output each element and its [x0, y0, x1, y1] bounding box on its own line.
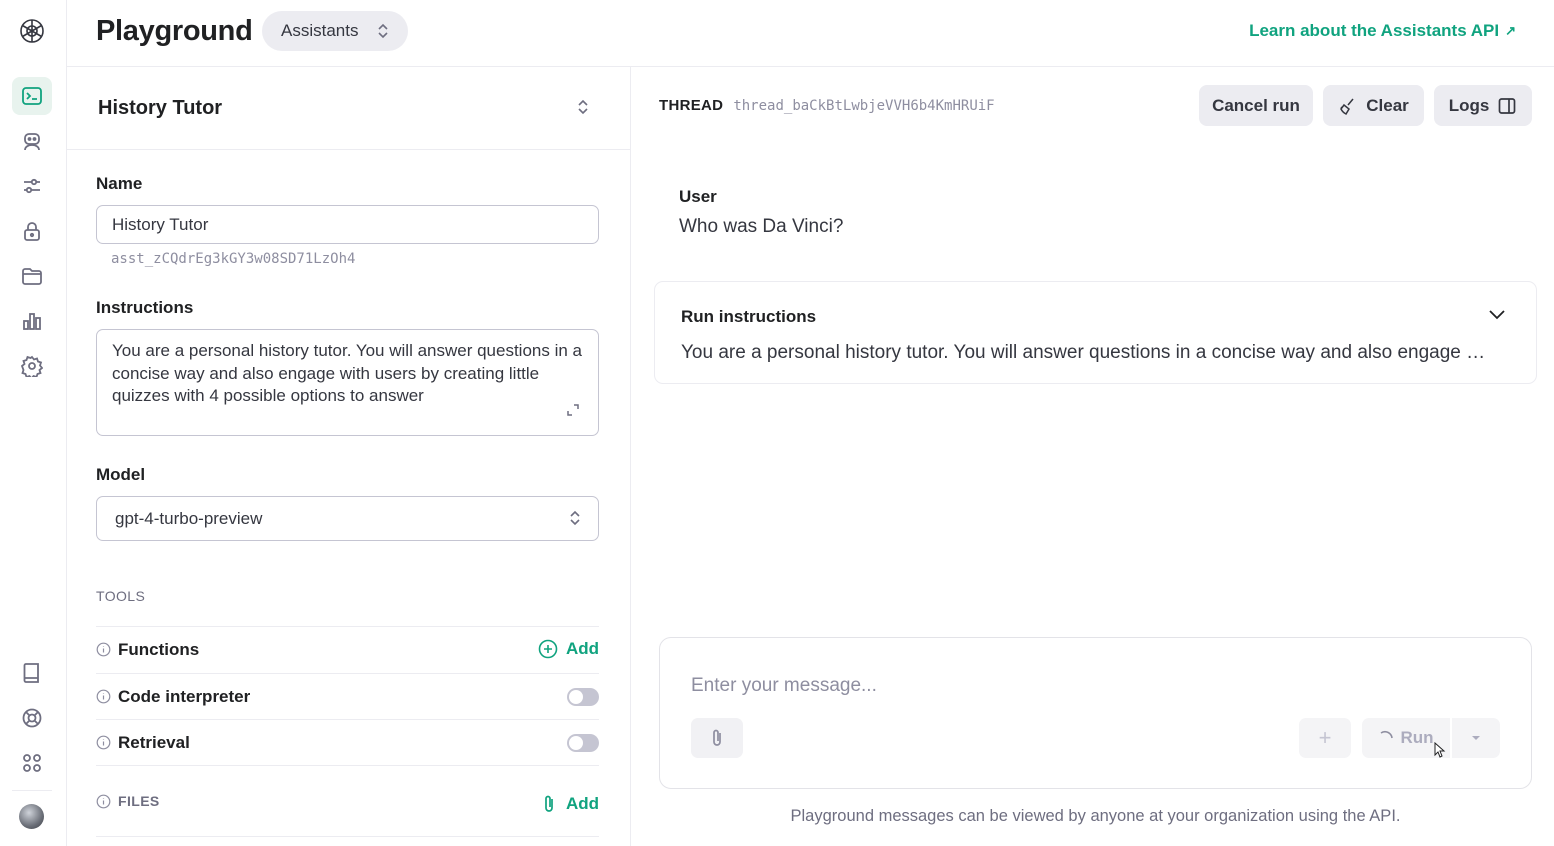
bar-chart-icon[interactable]: [12, 302, 52, 340]
model-select[interactable]: gpt-4-turbo-preview: [96, 496, 599, 541]
privacy-footnote: Playground messages can be viewed by any…: [790, 807, 1401, 825]
run-instructions-card[interactable]: Run instructions You are a personal hist…: [654, 281, 1537, 384]
retrieval-toggle[interactable]: [567, 734, 599, 752]
instructions-text: You are a personal history tutor. You wi…: [112, 341, 582, 405]
run-instructions-title: Run instructions: [681, 307, 817, 326]
chevron-up-down-icon: [576, 99, 590, 120]
assistant-selector[interactable]: History Tutor: [67, 67, 630, 150]
broom-icon: [1340, 98, 1354, 115]
thread-id: thread_baCkBtLwbjeVVH6b4KmHRUiF: [733, 97, 995, 114]
attach-file-button[interactable]: [691, 718, 743, 758]
user-avatar[interactable]: [19, 804, 44, 829]
code-interpreter-toggle[interactable]: [567, 688, 599, 706]
chevron-up-down-icon: [568, 510, 582, 531]
thread-info: THREAD thread_baCkBtLwbjeVVH6b4KmHRUiF: [659, 97, 995, 114]
assistant-id: asst_zCQdrEg3kGY3w08SD71LzOh4: [111, 251, 356, 267]
info-icon[interactable]: [96, 794, 111, 809]
openai-logo-icon[interactable]: [16, 15, 48, 47]
name-label: Name: [96, 174, 143, 193]
info-icon[interactable]: [96, 642, 111, 657]
book-icon[interactable]: [12, 654, 52, 692]
playground-terminal-icon[interactable]: [12, 77, 52, 115]
tools-heading: TOOLS: [96, 588, 146, 604]
cancel-run-button[interactable]: Cancel run: [1199, 85, 1313, 126]
add-file-label: Add: [565, 794, 599, 813]
gear-icon[interactable]: [12, 347, 52, 385]
thread-label: THREAD: [659, 97, 724, 114]
sliders-icon[interactable]: [12, 167, 52, 205]
message-role-label: User: [679, 187, 717, 206]
instructions-label: Instructions: [96, 298, 194, 317]
expand-icon[interactable]: [566, 401, 580, 424]
page-title: Playground: [96, 15, 253, 47]
run-options-button[interactable]: [1452, 718, 1500, 758]
instructions-field[interactable]: You are a personal history tutor. You wi…: [96, 329, 599, 436]
tool-row-functions: Functions Add: [96, 626, 599, 672]
message-input[interactable]: Enter your message...: [691, 675, 877, 697]
assistant-selected-name: History Tutor: [98, 97, 223, 119]
run-instructions-text: You are a personal history tutor. You wi…: [681, 342, 1486, 363]
code-interpreter-label: Code interpreter: [118, 686, 251, 706]
logs-button[interactable]: Logs: [1434, 85, 1532, 126]
info-icon[interactable]: [96, 735, 111, 750]
paperclip-icon: [545, 795, 553, 812]
chevron-up-down-icon: [376, 23, 390, 44]
model-select-value: gpt-4-turbo-preview: [115, 509, 263, 528]
folder-icon[interactable]: [12, 257, 52, 295]
files-row: FILES Add: [96, 765, 599, 837]
mode-selector[interactable]: Assistants: [262, 11, 408, 51]
assistant-name-field[interactable]: History Tutor: [96, 205, 599, 244]
assistant-panel: History Tutor Name History Tutor asst_zC…: [67, 67, 631, 846]
caret-down-icon: [1472, 736, 1480, 740]
message-text: Who was Da Vinci?: [679, 216, 844, 237]
clear-label: Clear: [1366, 95, 1409, 115]
apps-grid-icon[interactable]: [12, 744, 52, 782]
sidebar-panel-icon: [1498, 97, 1516, 114]
top-header: Playground Assistants Learn about the As…: [67, 0, 1554, 67]
files-label: FILES: [118, 793, 160, 809]
info-icon[interactable]: [96, 689, 111, 704]
add-function-button[interactable]: Add: [538, 639, 599, 659]
paperclip-icon: [713, 729, 721, 746]
logs-label: Logs: [1448, 95, 1490, 115]
left-nav-rail: [0, 0, 67, 846]
tool-row-retrieval: Retrieval: [96, 719, 599, 765]
mouse-pointer-icon: [1434, 741, 1446, 763]
add-message-button[interactable]: +: [1299, 718, 1351, 758]
learn-link-label: Learn about the Assistants API: [1249, 21, 1500, 40]
learn-assistants-api-link[interactable]: Learn about the Assistants API ↗: [1249, 21, 1516, 41]
chevron-down-icon[interactable]: [1488, 308, 1506, 326]
clear-button[interactable]: Clear: [1323, 85, 1424, 126]
functions-label: Functions: [118, 639, 200, 659]
lock-icon[interactable]: [12, 212, 52, 250]
add-file-button[interactable]: Add: [540, 794, 599, 814]
mode-selector-label: Assistants: [281, 21, 359, 40]
cancel-run-label: Cancel run: [1212, 95, 1300, 115]
model-label: Model: [96, 465, 146, 484]
run-button-label: Run: [1400, 728, 1434, 747]
rail-divider: [12, 790, 52, 791]
tool-row-code-interpreter: Code interpreter: [96, 673, 599, 719]
assistant-bot-icon[interactable]: [12, 122, 52, 160]
retrieval-label: Retrieval: [118, 732, 190, 752]
plus-circle-icon: [538, 639, 558, 659]
loading-spinner-icon: [1381, 730, 1394, 739]
external-arrow-icon: ↗: [1505, 23, 1516, 38]
lifebuoy-icon[interactable]: [12, 699, 52, 737]
message-composer: Enter your message... + Run: [659, 637, 1532, 789]
add-function-label: Add: [565, 639, 599, 658]
